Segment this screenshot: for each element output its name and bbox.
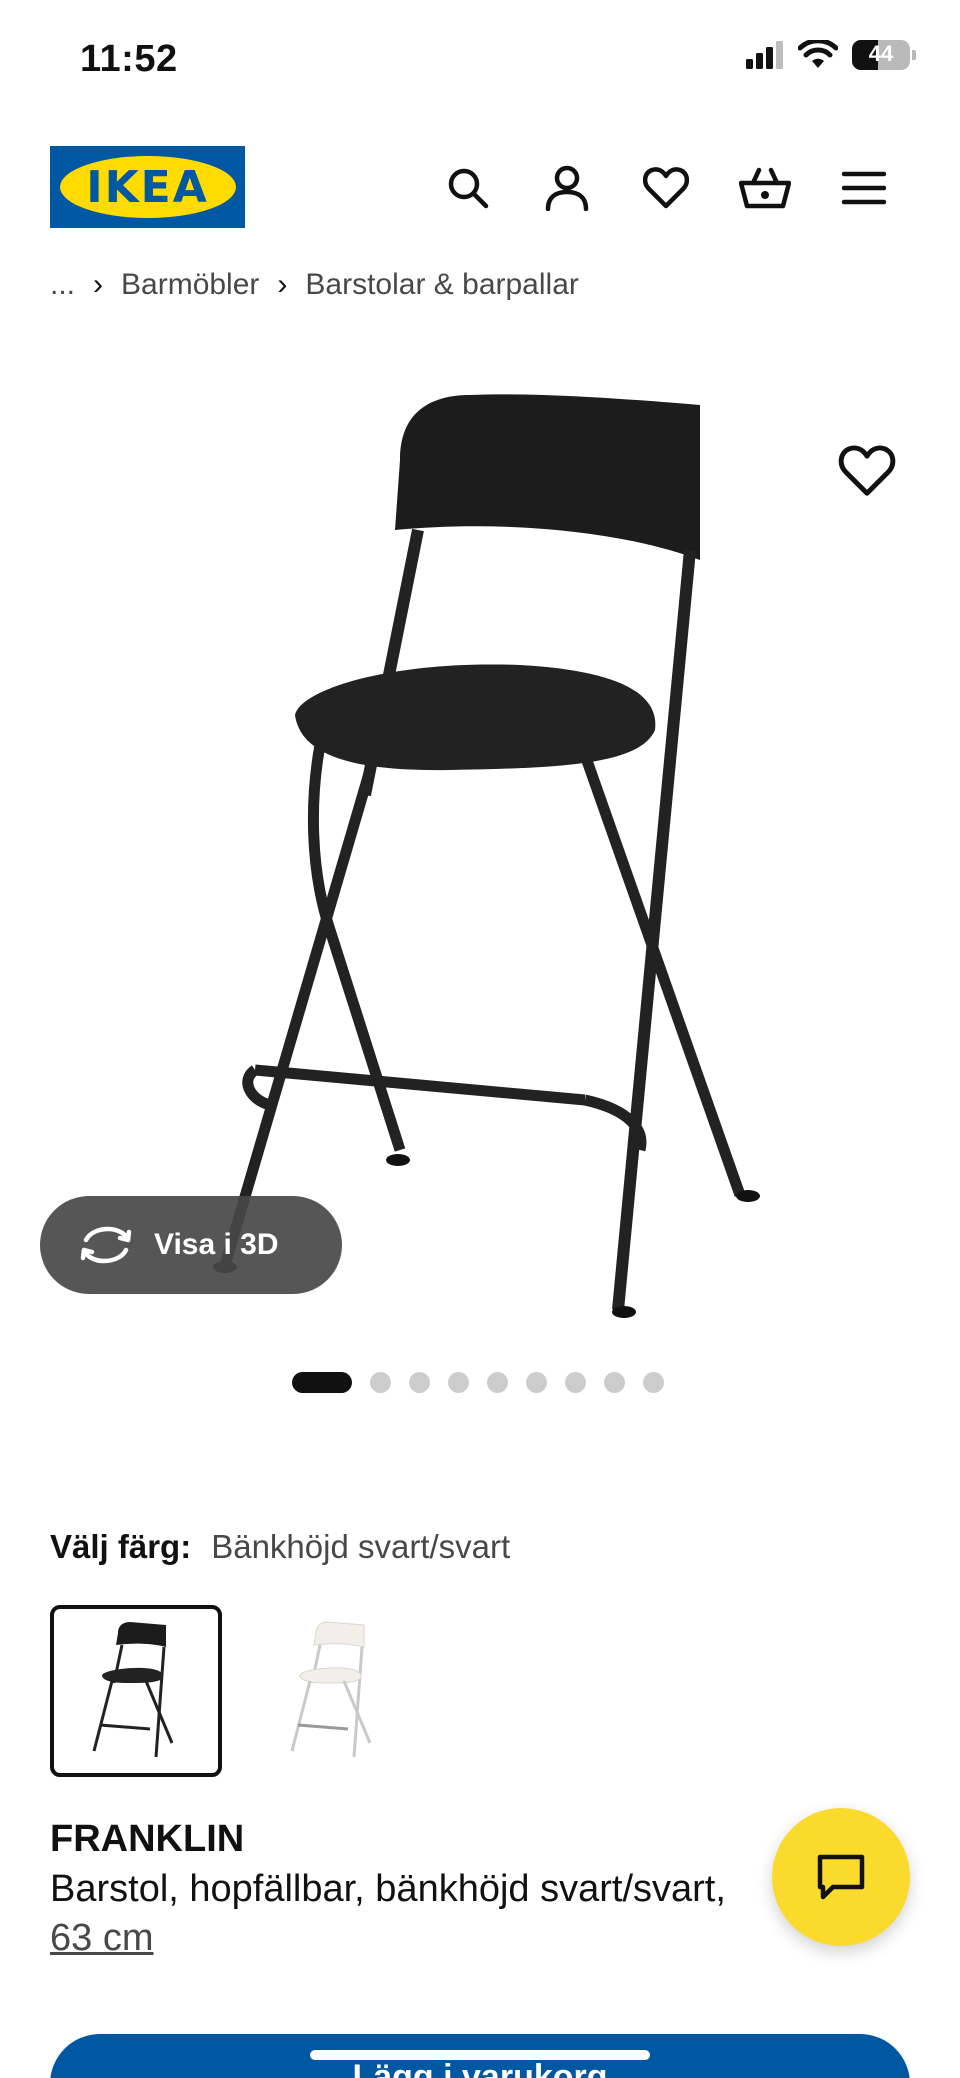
pagination-dot[interactable]: [370, 1372, 391, 1393]
breadcrumb-item-barstolar[interactable]: Barstolar & barpallar: [305, 268, 578, 302]
image-pagination[interactable]: [292, 1372, 664, 1393]
pagination-dot[interactable]: [565, 1372, 586, 1393]
color-selected-value: Bänkhöjd svart/svart: [211, 1528, 511, 1565]
pagination-dot[interactable]: [409, 1372, 430, 1393]
product-description: Barstol, hopfällbar, bänkhöjd svart/svar…: [50, 1868, 726, 1910]
pagination-dot[interactable]: [487, 1372, 508, 1393]
rotate-3d-icon: [80, 1226, 132, 1264]
view-3d-button[interactable]: Visa i 3D: [40, 1196, 342, 1294]
battery-percent: 44: [868, 41, 894, 66]
color-label-title: Välj färg:: [50, 1528, 192, 1565]
breadcrumb: ... › Barmöbler › Barstolar & barpallar: [50, 268, 579, 302]
add-to-favorites-heart-icon[interactable]: [838, 445, 896, 503]
battery-cap: [912, 50, 916, 60]
bar-stool-illustration: [213, 394, 760, 1318]
view-3d-label: Visa i 3D: [154, 1228, 279, 1261]
home-indicator: [310, 2050, 650, 2060]
pagination-dot[interactable]: [526, 1372, 547, 1393]
add-to-cart-label: Lägg i varukorg: [352, 2058, 608, 2078]
pagination-dot[interactable]: [448, 1372, 469, 1393]
product-name: FRANKLIN: [50, 1818, 245, 1860]
product-size-link[interactable]: 63 cm: [50, 1917, 153, 1960]
status-icons: 44: [746, 40, 916, 70]
ikea-logo[interactable]: IKEA: [50, 146, 245, 228]
logo-text: IKEA: [86, 161, 209, 213]
chat-button[interactable]: [772, 1808, 910, 1946]
account-icon[interactable]: [539, 160, 595, 216]
product-image[interactable]: [0, 370, 960, 1330]
site-header: IKEA: [0, 140, 960, 240]
pagination-dot-active[interactable]: [292, 1372, 352, 1393]
chat-bubble-icon: [817, 1854, 865, 1900]
search-icon[interactable]: [440, 160, 496, 216]
status-time: 11:52: [80, 38, 178, 80]
menu-icon[interactable]: [836, 160, 892, 216]
breadcrumb-ellipsis[interactable]: ...: [50, 268, 75, 302]
battery-icon: 44: [852, 40, 910, 70]
color-chooser-label: Välj färg: Bänkhöjd svart/svart: [50, 1528, 510, 1566]
pagination-dot[interactable]: [604, 1372, 625, 1393]
basket-icon[interactable]: [737, 160, 793, 216]
chevron-right-icon: ›: [277, 268, 288, 301]
color-swatch-white[interactable]: [248, 1605, 420, 1777]
pagination-dot[interactable]: [643, 1372, 664, 1393]
logo-oval: IKEA: [59, 156, 236, 218]
chevron-right-icon: ›: [93, 268, 104, 301]
cellular-signal-icon: [746, 41, 783, 69]
color-swatch-black[interactable]: [50, 1605, 222, 1777]
heart-icon[interactable]: [638, 160, 694, 216]
status-bar: 11:52 44: [0, 0, 960, 120]
breadcrumb-item-barmobler[interactable]: Barmöbler: [121, 268, 259, 302]
wifi-icon: [798, 40, 838, 68]
